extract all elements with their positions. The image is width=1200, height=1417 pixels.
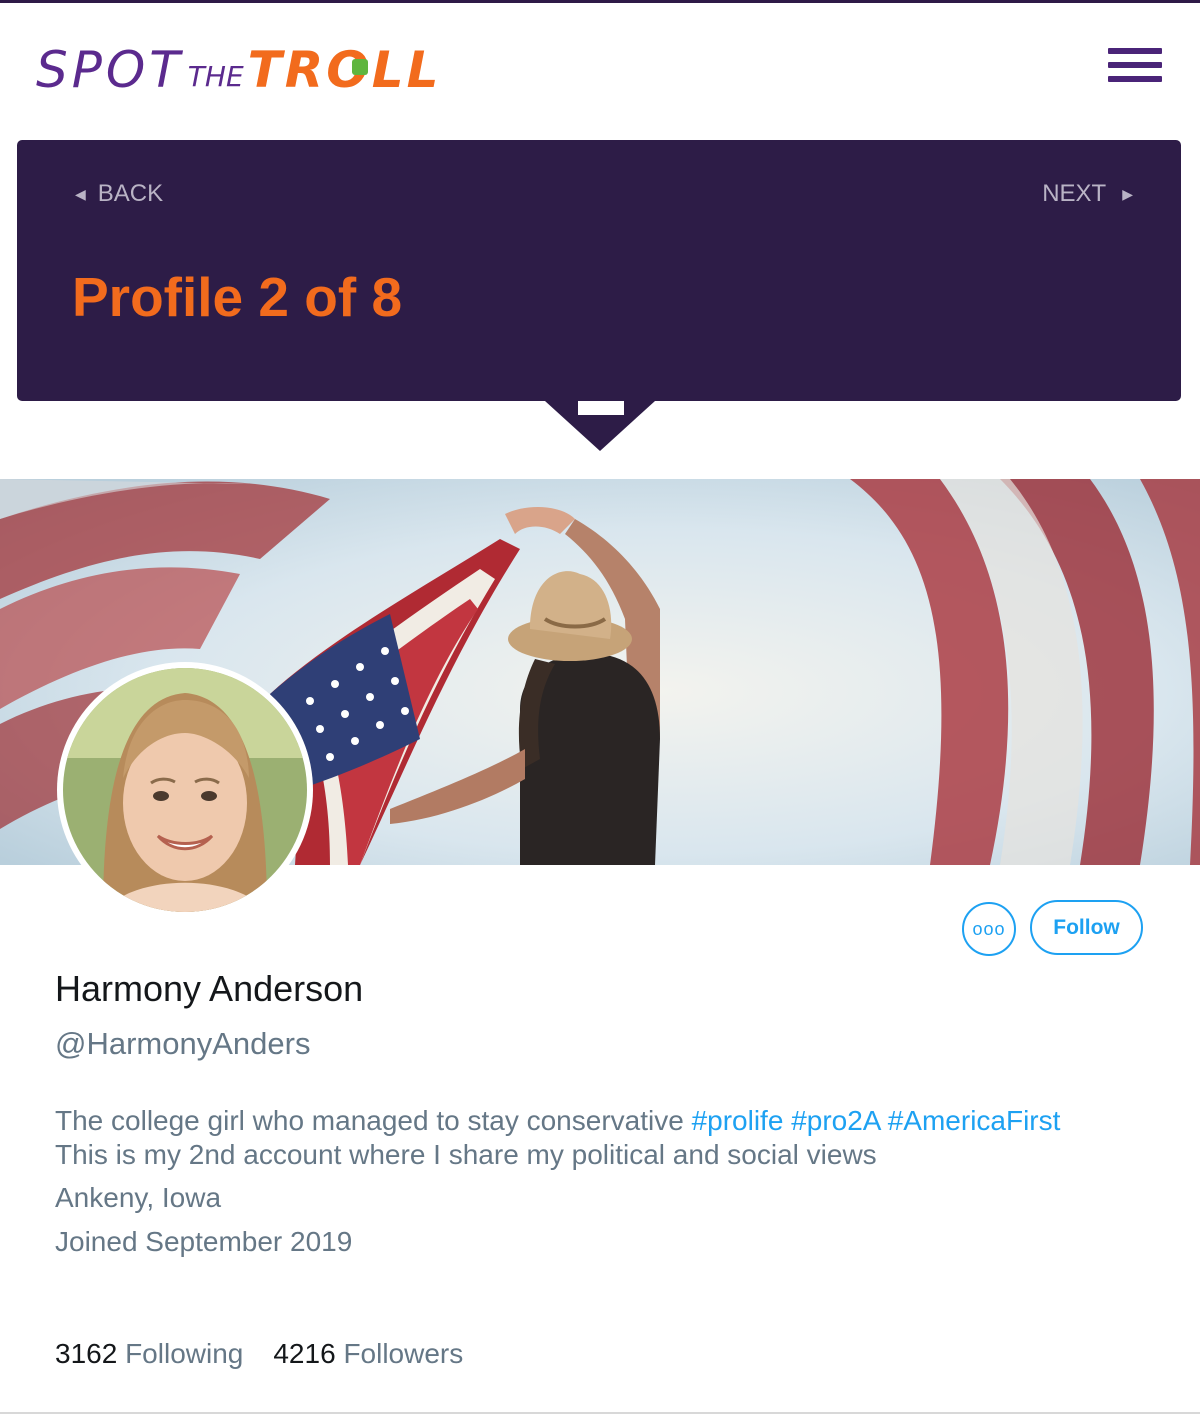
next-button[interactable]: NEXT ▶ [1042, 180, 1133, 208]
followers-stat[interactable]: 4216 Followers [273, 1338, 463, 1370]
profile-handle: @HarmonyAnders [55, 1026, 311, 1061]
hashtag-link[interactable]: #AmericaFirst [888, 1105, 1061, 1136]
bio-text: The college girl who managed to stay con… [55, 1105, 692, 1136]
profile-bio: The college girl who managed to stay con… [55, 1104, 1175, 1172]
site-logo[interactable]: SPOT THE TROLL [36, 41, 442, 95]
avatar[interactable] [57, 662, 313, 918]
next-label: NEXT [1042, 180, 1107, 207]
triangle-right-icon: ▶ [1122, 185, 1133, 202]
following-count: 3162 [55, 1338, 118, 1369]
following-label: Following [125, 1338, 244, 1369]
bio-line-2: This is my 2nd account where I share my … [55, 1139, 877, 1170]
logo-spot: SPOT [36, 41, 184, 99]
banner-arrow-notch [578, 401, 624, 415]
avatar-image [63, 668, 307, 912]
profile-banner: ◀ BACK NEXT ▶ Profile 2 of 8 [17, 140, 1181, 401]
triangle-left-icon: ◀ [75, 185, 86, 202]
following-stat[interactable]: 3162 Following [55, 1338, 243, 1370]
followers-label: Followers [343, 1338, 464, 1369]
bottom-rule [0, 1412, 1200, 1414]
profile-location: Ankeny, Iowa [55, 1182, 222, 1213]
back-button[interactable]: ◀ BACK [75, 180, 163, 208]
site-header: SPOT THE TROLL [0, 3, 1200, 133]
profile-counter: Profile 2 of 8 [72, 266, 403, 328]
back-label: BACK [97, 180, 164, 207]
follow-button[interactable]: Follow [1030, 900, 1143, 955]
profile-joined-date: Joined September 2019 [55, 1226, 353, 1257]
hamburger-menu-icon[interactable] [1108, 48, 1162, 88]
bio-line-1: The college girl who managed to stay con… [55, 1104, 1175, 1138]
logo-troll: TROLL [247, 41, 442, 99]
hashtag-link[interactable]: #prolife [692, 1105, 784, 1136]
profile-name: Harmony Anderson [55, 968, 364, 1009]
logo-badge-icon [351, 59, 368, 75]
hashtag-link[interactable]: #pro2A [791, 1105, 880, 1136]
more-options-button[interactable]: ooo [962, 902, 1016, 956]
followers-count: 4216 [273, 1338, 336, 1369]
more-dots-icon: ooo [972, 918, 1006, 939]
profile-stats: 3162 Following 4216 Followers [55, 1338, 493, 1370]
logo-the: THE [187, 60, 244, 93]
